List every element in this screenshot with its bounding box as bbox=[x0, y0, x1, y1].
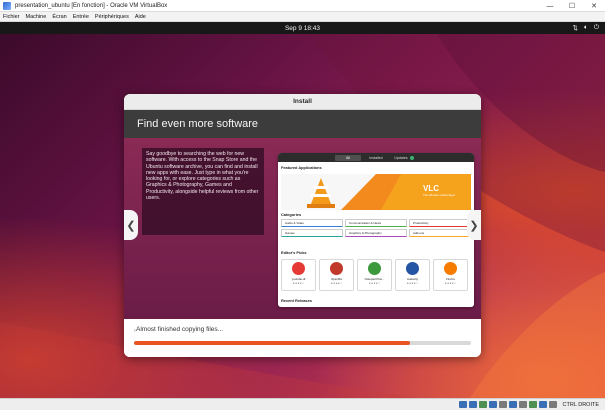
slide-title: Find even more software bbox=[137, 118, 259, 130]
pick-rating: ★★★★☆ bbox=[406, 282, 419, 285]
vlc-title: VLC bbox=[423, 184, 439, 193]
slideshow: Say goodbye to searching the web for new… bbox=[124, 138, 481, 319]
firefox-icon bbox=[444, 262, 457, 275]
pick-rating: ★★★★☆ bbox=[292, 282, 305, 285]
recent-releases-heading: Recent Releases bbox=[281, 298, 312, 303]
category-productivity: Productivity bbox=[409, 219, 471, 227]
pick-name: youtube-dl bbox=[291, 277, 306, 281]
network-icon: ⇅ bbox=[572, 25, 578, 32]
store-tab-updates-label: Updates bbox=[394, 155, 408, 160]
category-communication: Communication & News bbox=[345, 219, 407, 227]
updates-badge bbox=[409, 155, 414, 160]
virtualbox-titlebar: presentation_ubuntu [En fonction] - Orac… bbox=[0, 0, 605, 12]
display-icon[interactable] bbox=[518, 401, 527, 408]
guest-screen: Sep 9 18:43 ⇅ 🔈︎ ⏻ Install Find even mor… bbox=[0, 22, 605, 398]
menu-aide[interactable]: Aide bbox=[132, 14, 149, 20]
category-graphics: Graphics & Photography bbox=[345, 229, 407, 237]
pick-rating: ★★★★☆ bbox=[368, 282, 381, 285]
pick-card: Notepad Plus... ★★★★☆ bbox=[357, 259, 392, 291]
audacity-icon bbox=[406, 262, 419, 275]
pick-name: Audacity bbox=[406, 277, 419, 281]
store-tab-installed: Installed bbox=[369, 155, 383, 160]
close-button[interactable]: ✕ bbox=[583, 0, 605, 12]
pick-card: Firefox ★★★★☆ bbox=[433, 259, 468, 291]
snap-store-screenshot: All Installed Updates Featured Applicati… bbox=[278, 153, 474, 307]
vlc-subtitle: The ultimate media player bbox=[423, 193, 456, 197]
category-games: Games bbox=[281, 229, 343, 237]
store-tabs: All Installed Updates bbox=[278, 153, 474, 162]
installer-footer: › Almost finished copying files... bbox=[124, 319, 481, 357]
recording-icon[interactable] bbox=[528, 401, 537, 408]
hard-disk-icon[interactable] bbox=[458, 401, 467, 408]
pick-rating: ★★★★☆ bbox=[330, 282, 343, 285]
maximize-button[interactable]: ☐ bbox=[561, 0, 583, 12]
host-key-label: CTRL DROITE bbox=[562, 401, 599, 408]
editors-picks-heading: Editor's Picks bbox=[281, 250, 307, 255]
clock[interactable]: Sep 9 18:43 bbox=[285, 25, 320, 32]
network-adapter-icon[interactable] bbox=[488, 401, 497, 408]
pick-rating: ★★★★☆ bbox=[444, 282, 457, 285]
shared-folders-icon[interactable] bbox=[508, 401, 517, 408]
pick-card: youtube-dl ★★★★☆ bbox=[281, 259, 316, 291]
categories-heading: Categories bbox=[281, 212, 302, 217]
menu-ecran[interactable]: Écran bbox=[49, 14, 69, 20]
installer-title: Install bbox=[293, 98, 312, 105]
slide-banner: Find even more software bbox=[124, 110, 481, 138]
progress-status: Almost finished copying files... bbox=[136, 326, 224, 333]
pick-name: OpenRA bbox=[330, 277, 343, 281]
progress-bar bbox=[134, 341, 471, 345]
virtualbox-icon bbox=[3, 1, 11, 10]
menu-peripheriques[interactable]: Périphériques bbox=[92, 14, 132, 20]
editors-picks: youtube-dl ★★★★☆ OpenRA ★★★★☆ Notepad Pl… bbox=[281, 259, 471, 291]
window-controls: — ☐ ✕ bbox=[539, 0, 605, 12]
category-audio-video: Audio & Video bbox=[281, 219, 343, 227]
pick-name: Firefox bbox=[446, 277, 455, 281]
progress-bar-fill bbox=[134, 341, 411, 345]
pick-card: OpenRA ★★★★☆ bbox=[319, 259, 354, 291]
menu-entree[interactable]: Entrée bbox=[70, 14, 92, 20]
usb-icon[interactable] bbox=[498, 401, 507, 408]
audio-icon[interactable] bbox=[478, 401, 487, 408]
category-addons: Add-ons bbox=[409, 229, 471, 237]
installer-window: Install Find even more software Say good… bbox=[124, 94, 481, 357]
slide-description: Say goodbye to searching the web for new… bbox=[142, 148, 264, 235]
gnome-top-bar: Sep 9 18:43 ⇅ 🔈︎ ⏻ bbox=[0, 22, 605, 34]
window-title: presentation_ubuntu [En fonction] - Orac… bbox=[15, 2, 168, 9]
virtualbox-statusbar: CTRL DROITE bbox=[0, 398, 605, 410]
pick-card: Audacity ★★★★☆ bbox=[395, 259, 430, 291]
store-tab-updates: Updates bbox=[391, 155, 417, 161]
power-icon: ⏻ bbox=[593, 24, 599, 31]
categories-grid: Audio & Video Communication & News Produ… bbox=[281, 219, 471, 237]
system-status-area[interactable]: ⇅ 🔈︎ ⏻ bbox=[572, 22, 599, 34]
pick-name: Notepad Plus... bbox=[364, 277, 385, 281]
volume-icon: 🔈︎ bbox=[583, 24, 588, 31]
next-slide-button[interactable]: ❯ bbox=[467, 210, 481, 240]
previous-slide-button[interactable]: ❮ bbox=[124, 210, 138, 240]
optical-drive-icon[interactable] bbox=[468, 401, 477, 408]
vlc-banner: VLC The ultimate media player bbox=[281, 174, 471, 210]
menu-machine[interactable]: Machine bbox=[23, 14, 50, 20]
store-tab-all: All bbox=[335, 154, 361, 161]
minimize-button[interactable]: — bbox=[539, 0, 561, 12]
openra-icon bbox=[330, 262, 343, 275]
virtualbox-menubar: Fichier Machine Écran Entrée Périphériqu… bbox=[0, 12, 605, 22]
vlc-banner-art bbox=[307, 174, 471, 210]
featured-heading: Featured Applications bbox=[281, 165, 322, 170]
installer-header: Install bbox=[124, 94, 481, 110]
youtube-dl-icon bbox=[292, 262, 305, 275]
notepad-plus-icon bbox=[368, 262, 381, 275]
menu-fichier[interactable]: Fichier bbox=[0, 14, 23, 20]
cpu-icon[interactable] bbox=[538, 401, 547, 408]
mouse-integration-icon[interactable] bbox=[548, 401, 557, 408]
